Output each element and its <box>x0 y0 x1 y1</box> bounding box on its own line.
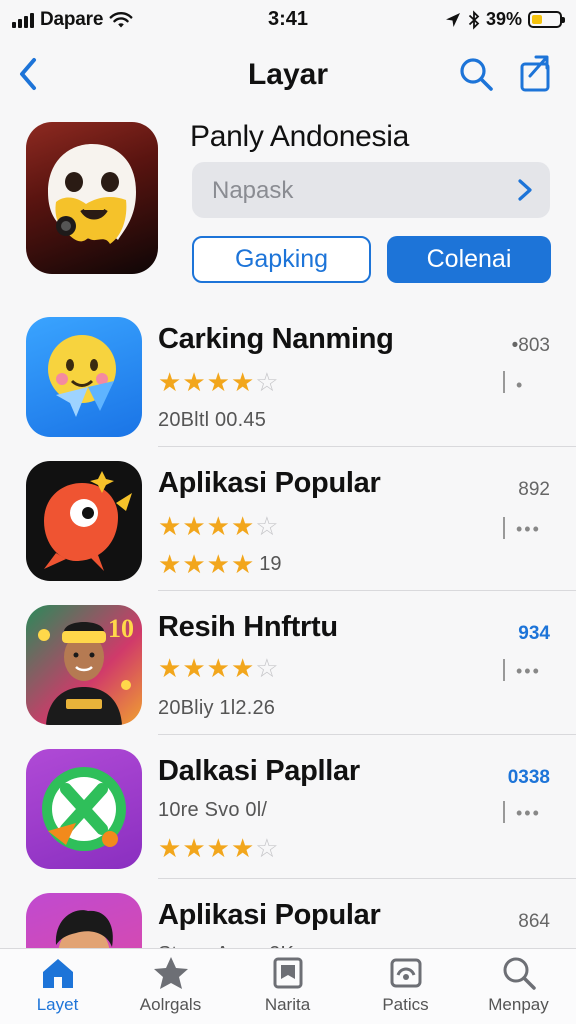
separator-bar <box>503 659 505 681</box>
navigation-bar: Layar <box>0 46 576 106</box>
tab-bar: Layet Aolrgals Narita Patics Menpay <box>0 948 576 1024</box>
rating-count: 19 <box>259 553 282 575</box>
app-name: Aplikasi Popular <box>158 467 381 499</box>
app-row[interactable]: Carking Nanming ★ ★ ★ ★ ☆ 20Bltl 00.45 •803 … <box>0 305 576 447</box>
status-right: 39% <box>444 9 565 30</box>
x-app-icon <box>26 749 142 869</box>
tab-label: Layet <box>36 995 79 1014</box>
search-icon[interactable] <box>456 54 496 94</box>
tab-label: Patics <box>382 995 429 1014</box>
emoji-face-icon <box>48 335 116 417</box>
search-icon <box>503 957 536 990</box>
app-subtitle: 10re Svo 0l/ <box>158 799 268 821</box>
divider <box>158 878 576 879</box>
app-row[interactable]: Aplikasi Popular ★ ★ ★ ★ ☆ ★ ★ ★ ★ 19 892 ••• <box>0 449 576 591</box>
more-options-icon[interactable]: ••• <box>516 661 541 682</box>
x-logo-icon <box>42 767 126 851</box>
divider <box>158 446 576 447</box>
battery-percent: 39% <box>485 9 522 29</box>
tab-layet[interactable]: Layet <box>0 955 115 1021</box>
more-options-icon[interactable]: • <box>516 375 524 396</box>
app-subtitle: 20Bltl 00.45 <box>158 409 267 431</box>
apps-icon <box>273 957 302 989</box>
star-rating: ★ ★ ★ ★ ☆ <box>158 367 279 397</box>
star-icon <box>153 957 188 989</box>
separator-bar <box>503 371 505 393</box>
tab-label: Narita <box>264 995 311 1014</box>
app-value: 934 <box>518 623 550 644</box>
app-value: •803 <box>511 335 550 356</box>
app-name: Dalkasi Papllar <box>158 755 360 787</box>
star-rating: ★ ★ ★ ★ ☆ <box>158 833 279 863</box>
ghost-mascot-icon <box>48 144 136 244</box>
app-name: Aplikasi Popular <box>158 899 381 931</box>
tab-label: Aolrgals <box>139 995 202 1014</box>
bird-app-icon <box>26 461 142 581</box>
more-options-icon[interactable]: ••• <box>516 519 541 540</box>
character-portrait-icon: 10 <box>38 614 134 725</box>
app-row[interactable]: 10 Resih Hnftrtu ★ ★ ★ ★ ☆ 20Bliy 1l2.26 934… <box>0 593 576 735</box>
tab-narita[interactable]: Narita <box>230 955 345 1021</box>
home-icon <box>42 959 73 988</box>
divider <box>158 734 576 735</box>
more-options-icon[interactable]: ••• <box>516 803 541 824</box>
featured-app-header: Panly Andonesia Napask Gapking Colenai <box>0 120 576 290</box>
separator-bar <box>503 801 505 823</box>
star-rating: ★ ★ ★ ★ ☆ <box>158 653 279 683</box>
app-value: 864 <box>518 911 550 932</box>
star-rating-secondary: ★ ★ ★ ★ 19 <box>158 549 282 579</box>
app-name: Carking Nanming <box>158 323 394 355</box>
app-value: 892 <box>518 479 550 500</box>
star-rating: ★ ★ ★ ★ ☆ <box>158 511 279 541</box>
chevron-right-icon <box>518 179 532 201</box>
app-value: 0338 <box>507 767 550 788</box>
game-app-icon: 10 <box>26 605 142 725</box>
primary-action-button[interactable]: Colenai <box>387 236 551 283</box>
share-icon[interactable] <box>516 52 556 94</box>
location-arrow-icon <box>445 12 460 27</box>
battery-icon <box>528 11 565 28</box>
battery-fill <box>532 15 543 24</box>
tab-aolrgals[interactable]: Aolrgals <box>113 955 228 1021</box>
tab-label: Menpay <box>488 995 549 1014</box>
secondary-action-button[interactable]: Gapking <box>192 236 371 283</box>
search-field[interactable]: Napask <box>192 162 550 218</box>
divider <box>158 590 576 591</box>
search-placeholder: Napask <box>212 177 294 204</box>
featured-title: Panly Andonesia <box>190 120 410 153</box>
app-name: Resih Hnftrtu <box>158 611 338 643</box>
app-subtitle: 20Bliy 1l2.26 <box>158 697 276 719</box>
tab-menpay[interactable]: Menpay <box>461 955 576 1021</box>
tab-patics[interactable]: Patics <box>348 955 463 1021</box>
games-icon <box>390 958 421 988</box>
app-row[interactable]: Dalkasi Papllar 10re Svo 0l/ ★ ★ ★ ★ ☆ 0338 … <box>0 737 576 879</box>
emoji-app-icon <box>26 317 142 437</box>
featured-app-icon[interactable] <box>26 122 158 274</box>
status-bar: Dapare 3:41 39% <box>0 0 576 40</box>
svg-text:10: 10 <box>108 614 134 643</box>
separator-bar <box>503 517 505 539</box>
bird-icon <box>44 471 132 571</box>
bluetooth-icon <box>468 9 480 30</box>
